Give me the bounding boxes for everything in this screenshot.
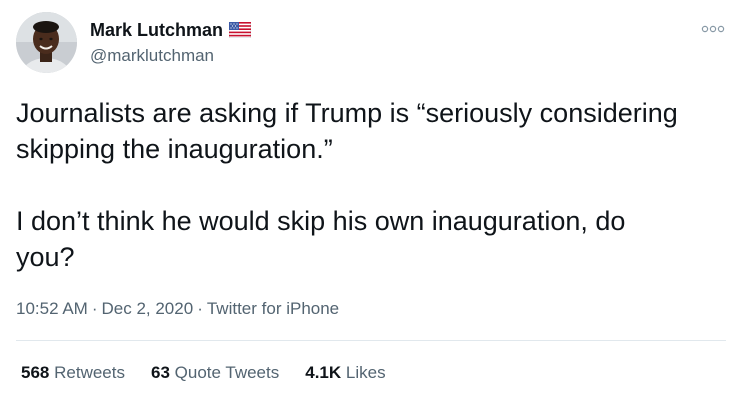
us-flag-icon: [228, 21, 252, 39]
author-name-row: Mark Lutchman: [90, 19, 252, 41]
meta-separator: ·: [91, 299, 98, 318]
likes-count: 4.1K: [305, 363, 342, 382]
quote-tweets-label: Quote Tweets: [174, 363, 280, 382]
tweet-text: Journalists are asking if Trump is “seri…: [16, 98, 678, 272]
divider: [16, 340, 726, 341]
tweet-meta: 10:52 AM · Dec 2, 2020 · Twitter for iPhone: [16, 298, 339, 320]
retweets-stat[interactable]: 568 Retweets: [21, 362, 125, 384]
tweet-date[interactable]: Dec 2, 2020: [102, 299, 194, 318]
more-options-icon[interactable]: [701, 22, 725, 36]
likes-stat[interactable]: 4.1K Likes: [305, 362, 385, 384]
retweets-label: Retweets: [54, 363, 125, 382]
tweet-card: Mark Lutchman @marklutchman Journalists …: [0, 0, 742, 401]
author-handle[interactable]: @marklutchman: [90, 46, 214, 66]
quote-tweets-count: 63: [150, 363, 170, 382]
retweets-count: 568: [21, 363, 50, 382]
tweet-source[interactable]: Twitter for iPhone: [207, 299, 339, 318]
avatar[interactable]: [16, 12, 77, 73]
tweet-stats: 568 Retweets 63 Quote Tweets 4.1K Likes: [21, 362, 386, 384]
author-display-name[interactable]: Mark Lutchman: [90, 19, 223, 41]
likes-label: Likes: [345, 363, 386, 382]
tweet-time[interactable]: 10:52 AM: [16, 299, 88, 318]
quote-tweets-stat[interactable]: 63 Quote Tweets: [151, 362, 279, 384]
avatar-photo-icon: [16, 12, 77, 73]
meta-separator: ·: [197, 299, 203, 318]
